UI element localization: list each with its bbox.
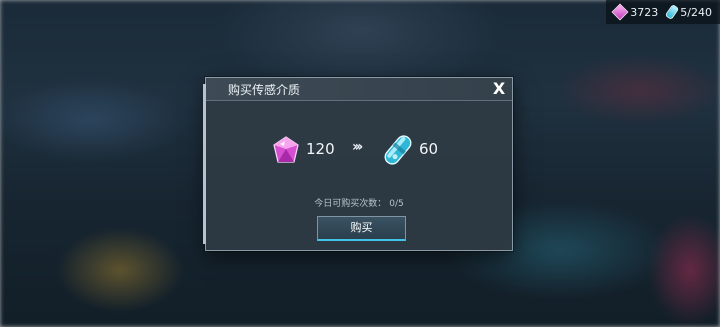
vial-count: 5/240 — [680, 5, 712, 19]
daily-limit: 今日可购买次数： 0/5 — [206, 196, 512, 209]
currency-hud: 3723 5/240 — [606, 0, 720, 24]
close-button[interactable]: X — [490, 79, 508, 99]
gem-counter[interactable]: 3723 — [611, 3, 659, 21]
cyan-vial-icon — [665, 3, 680, 21]
purchase-dialog: 购买传感介质 X 120 ››› 60 今日可购买次数： 0/5 购买 — [203, 77, 513, 251]
daily-limit-label: 今日可购买次数： — [314, 199, 387, 209]
gem-count: 3723 — [630, 5, 659, 19]
dialog-title: 购买传感介质 — [228, 83, 301, 97]
daily-limit-value: 0/5 — [389, 199, 404, 209]
buy-button[interactable]: 购买 — [317, 216, 406, 241]
cyan-vial-icon — [384, 135, 412, 165]
exchange-row: 120 ››› 60 — [206, 130, 512, 170]
pink-gem-icon — [611, 3, 629, 21]
exchange-arrow-icon: ››› — [352, 139, 363, 155]
vial-counter[interactable]: 5/240 — [665, 3, 712, 21]
cost-amount: 120 — [306, 140, 335, 158]
pink-gem-icon — [273, 136, 299, 163]
dialog-header: 购买传感介质 X — [206, 78, 512, 101]
gain-amount: 60 — [419, 140, 439, 158]
